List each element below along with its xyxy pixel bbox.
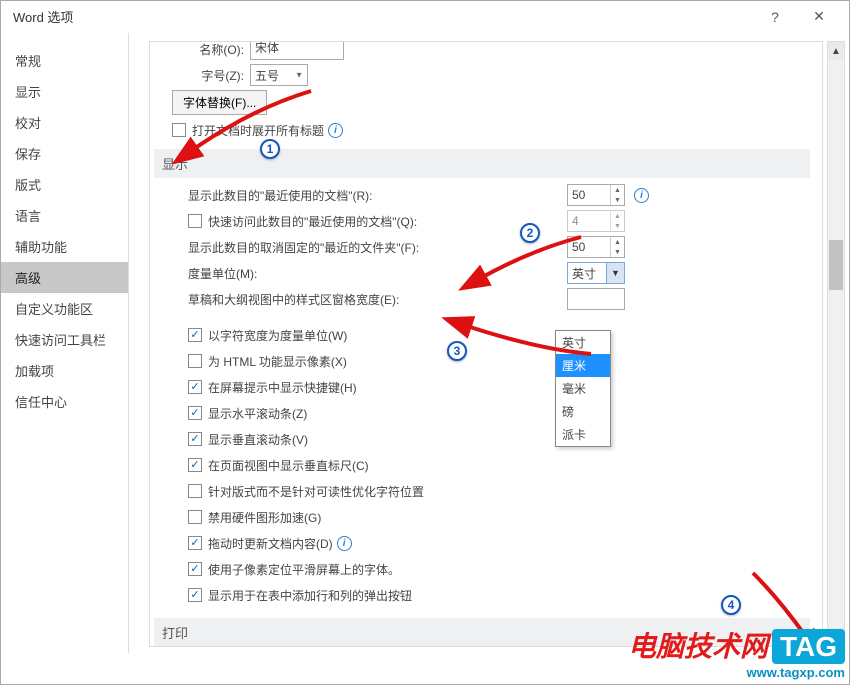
check-0-label: 以字符宽度为度量单位(W) <box>208 327 347 344</box>
sidebar-item-trust[interactable]: 信任中心 <box>1 386 128 417</box>
unit-dropdown: 英寸 厘米 毫米 磅 派卡 <box>555 330 611 447</box>
spinner-up-icon[interactable]: ▲ <box>611 185 624 195</box>
sidebar-item-layout[interactable]: 版式 <box>1 169 128 200</box>
info-icon[interactable]: i <box>337 536 352 551</box>
vertical-scrollbar[interactable]: ▲ ▼ <box>827 41 845 647</box>
chevron-down-icon: ▼ <box>295 71 303 80</box>
word-options-dialog: Word 选项 ? ✕ 常规 显示 校对 保存 版式 语言 辅助功能 高级 自定… <box>0 0 850 685</box>
name-label: 名称(O): <box>188 41 244 58</box>
window-title: Word 选项 <box>9 7 753 26</box>
check-3-label: 显示水平滚动条(Z) <box>208 405 307 422</box>
quick-access-spinner[interactable]: 4 ▲▼ <box>567 210 625 232</box>
chevron-down-icon[interactable]: ▼ <box>606 263 624 283</box>
spinner-down-icon[interactable]: ▼ <box>611 221 624 231</box>
recent-folders-value: 50 <box>572 240 585 254</box>
info-icon[interactable]: i <box>328 123 343 138</box>
unit-option-cm[interactable]: 厘米 <box>556 354 610 377</box>
check-1-label: 为 HTML 功能显示像素(X) <box>208 353 347 370</box>
draft-width-label: 草稿和大纲视图中的样式区窗格宽度(E): <box>188 291 423 308</box>
check-5[interactable] <box>188 458 202 472</box>
check-2[interactable] <box>188 380 202 394</box>
draft-width-input[interactable] <box>567 288 625 310</box>
unit-option-pt[interactable]: 磅 <box>556 400 610 423</box>
sidebar-item-general[interactable]: 常规 <box>1 45 128 76</box>
spinner-up-icon[interactable]: ▲ <box>611 237 624 247</box>
spinner-down-icon[interactable]: ▼ <box>611 247 624 257</box>
font-substitution-button[interactable]: 字体替换(F)... <box>172 90 267 115</box>
unit-select[interactable]: 英寸 ▼ <box>567 262 625 284</box>
watermark: 电脑技术网TAG www.tagxp.com <box>628 625 845 680</box>
unit-option-pica[interactable]: 派卡 <box>556 423 610 446</box>
check-3[interactable] <box>188 406 202 420</box>
check-8-label: 拖动时更新文档内容(D) <box>208 535 333 552</box>
main-panel: 名称(O): 宋体 字号(Z): 五号 ▼ 字体替换(F)... 打开文档时展开… <box>129 33 849 653</box>
watermark-tag: TAG <box>772 629 845 664</box>
quick-access-label: 快速访问此数目的"最近使用的文档"(Q): <box>208 213 423 230</box>
watermark-brand: 电脑技术网 <box>628 631 768 662</box>
unit-label: 度量单位(M): <box>188 265 423 282</box>
help-button[interactable]: ? <box>753 2 797 32</box>
info-icon[interactable]: i <box>634 188 649 203</box>
unit-value: 英寸 <box>572 265 596 282</box>
recent-docs-label: 显示此数目的"最近使用的文档"(R): <box>188 187 423 204</box>
check-9-label: 使用子像素定位平滑屏幕上的字体。 <box>208 561 400 578</box>
watermark-url: www.tagxp.com <box>628 665 845 680</box>
recent-folders-label: 显示此数目的取消固定的"最近的文件夹"(F): <box>188 239 423 256</box>
expand-titles-checkbox[interactable] <box>172 123 186 137</box>
check-4-label: 显示垂直滚动条(V) <box>208 431 308 448</box>
check-10-label: 显示用于在表中添加行和列的弹出按钮 <box>208 587 412 604</box>
sidebar-item-qat[interactable]: 快速访问工具栏 <box>1 324 128 355</box>
sidebar-item-save[interactable]: 保存 <box>1 138 128 169</box>
sidebar-item-proofing[interactable]: 校对 <box>1 107 128 138</box>
expand-titles-label: 打开文档时展开所有标题 <box>192 122 324 139</box>
close-button[interactable]: ✕ <box>797 2 841 32</box>
check-8[interactable] <box>188 536 202 550</box>
check-6[interactable] <box>188 484 202 498</box>
name-input[interactable]: 宋体 <box>250 41 344 60</box>
check-10[interactable] <box>188 588 202 602</box>
check-6-label: 针对版式而不是针对可读性优化字符位置 <box>208 483 424 500</box>
size-value: 五号 <box>255 67 279 84</box>
quick-access-value: 4 <box>572 214 579 228</box>
check-9[interactable] <box>188 562 202 576</box>
spinner-down-icon[interactable]: ▼ <box>611 195 624 205</box>
titlebar: Word 选项 ? ✕ <box>1 1 849 33</box>
sidebar-item-accessibility[interactable]: 辅助功能 <box>1 231 128 262</box>
check-4[interactable] <box>188 432 202 446</box>
sidebar-item-language[interactable]: 语言 <box>1 200 128 231</box>
sidebar-item-advanced[interactable]: 高级 <box>1 262 128 293</box>
scroll-thumb[interactable] <box>829 240 843 290</box>
section-display-header: 显示 <box>154 149 810 178</box>
quick-access-checkbox[interactable] <box>188 214 202 228</box>
unit-option-inch[interactable]: 英寸 <box>556 331 610 354</box>
sidebar-item-addins[interactable]: 加载项 <box>1 355 128 386</box>
check-7[interactable] <box>188 510 202 524</box>
check-1[interactable] <box>188 354 202 368</box>
check-5-label: 在页面视图中显示垂直标尺(C) <box>208 457 369 474</box>
check-0[interactable] <box>188 328 202 342</box>
recent-folders-spinner[interactable]: 50 ▲▼ <box>567 236 625 258</box>
sidebar: 常规 显示 校对 保存 版式 语言 辅助功能 高级 自定义功能区 快速访问工具栏… <box>1 33 129 653</box>
size-label: 字号(Z): <box>188 67 244 84</box>
check-2-label: 在屏幕提示中显示快捷键(H) <box>208 379 357 396</box>
recent-docs-value: 50 <box>572 188 585 202</box>
sidebar-item-customize-ribbon[interactable]: 自定义功能区 <box>1 293 128 324</box>
spinner-up-icon[interactable]: ▲ <box>611 211 624 221</box>
content-pane: 名称(O): 宋体 字号(Z): 五号 ▼ 字体替换(F)... 打开文档时展开… <box>149 41 823 647</box>
scroll-up-icon[interactable]: ▲ <box>828 42 844 60</box>
sidebar-item-display[interactable]: 显示 <box>1 76 128 107</box>
unit-option-mm[interactable]: 毫米 <box>556 377 610 400</box>
recent-docs-spinner[interactable]: 50 ▲▼ <box>567 184 625 206</box>
size-select[interactable]: 五号 ▼ <box>250 64 308 86</box>
check-7-label: 禁用硬件图形加速(G) <box>208 509 321 526</box>
